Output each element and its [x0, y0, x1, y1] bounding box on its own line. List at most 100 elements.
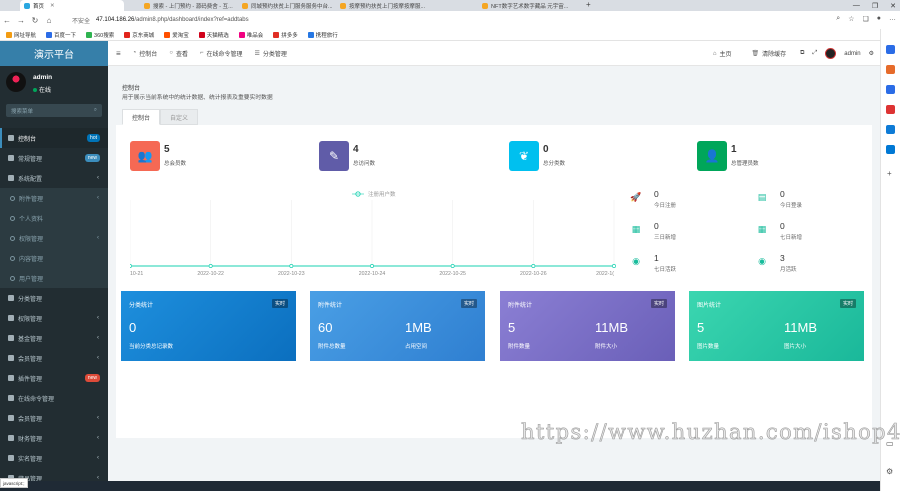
multi-tab-icon[interactable]: ⧉ — [800, 50, 804, 57]
sidebar-item[interactable]: 权限管理 ‹ — [0, 228, 108, 248]
bookmark-item[interactable]: 拼多多 — [273, 31, 298, 39]
url-host: 47.104.186.26 — [96, 17, 135, 23]
card-label: 占用空间 — [405, 344, 428, 350]
bookmark-favicon-icon — [273, 31, 280, 38]
home-link[interactable]: ⌂ 主页 — [713, 49, 732, 59]
card-value: 5 — [508, 320, 516, 335]
clear-cache-button[interactable]: 🗑 清除缓存 — [752, 49, 787, 58]
sidebar-item[interactable]: 会员管理 ‹ — [0, 408, 108, 428]
bookmark-item[interactable]: 天猫精选 — [198, 31, 229, 39]
home-icon[interactable]: ⌂ — [42, 16, 56, 25]
outlook-icon[interactable] — [886, 145, 895, 154]
data-point[interactable] — [531, 264, 536, 268]
bookmark-item[interactable]: 唯品会 — [238, 31, 263, 39]
content-tabs: 控制台 自定义 — [122, 109, 199, 125]
data-point[interactable] — [289, 264, 294, 268]
card-label: 附件大小 — [595, 344, 618, 350]
office-icon[interactable] — [886, 125, 895, 134]
sidebar-item[interactable]: 常规管理 new — [0, 148, 108, 168]
admin-name[interactable]: admin — [844, 51, 860, 57]
search-icon[interactable]: ⌕ — [94, 107, 97, 114]
profile-icon[interactable]: ● — [877, 15, 881, 23]
bookmark-item[interactable]: 百度一下 — [46, 31, 76, 39]
sidebar-item[interactable]: 基金管理 ‹ — [0, 328, 108, 348]
maximize-icon[interactable]: ❐ — [872, 2, 878, 10]
fullscreen-icon[interactable]: ⤢ — [812, 50, 817, 57]
favorite-icon[interactable]: ☆ — [848, 15, 854, 23]
browser-toolbar-right: ⌕ ☆ ❏ ● … — [836, 15, 896, 23]
sidebar-item[interactable]: 会员管理 ‹ — [0, 348, 108, 368]
status-link: javascript:; — [0, 478, 28, 488]
menu-search-input[interactable]: 搜索菜单 ⌕ — [6, 104, 102, 117]
header-right: ⌂ 主页 🗑 清除缓存 ⧉ ⤢ admin ⚙ — [701, 41, 874, 66]
bookmark-item[interactable]: 京东商城 — [124, 31, 154, 39]
close-window-icon[interactable]: ✕ — [890, 2, 896, 10]
header-nav-item[interactable]: ○ 查看 — [169, 49, 188, 58]
bookmark-item[interactable]: 爱淘宝 — [164, 31, 189, 39]
data-point[interactable] — [612, 264, 616, 268]
data-point[interactable] — [130, 264, 132, 268]
window-controls: — ❐ ✕ — [853, 0, 896, 11]
browser-tab[interactable]: 搜索 - 上门预约 - 源码费舍 - 互... — [140, 0, 234, 11]
settings-icon[interactable]: ⚙ — [886, 467, 893, 476]
bookmark-item[interactable]: 网址导航 — [6, 31, 36, 39]
dashboard-icon: ◔ — [132, 50, 137, 56]
sidebar-item[interactable]: 财务管理 ‹ — [0, 428, 108, 448]
back-icon[interactable]: ← — [0, 16, 14, 25]
sidebar-item[interactable]: 实名管理 ‹ — [0, 448, 108, 468]
browser-tabbar: 首页 ✕ 搜索 - 上门预约 - 源码费舍 - 互... 同城预约扶贫上门服务服… — [0, 0, 900, 11]
forward-icon[interactable]: → — [14, 16, 28, 25]
zoom-icon[interactable]: ⌕ — [836, 15, 840, 23]
sidebar-item[interactable]: 插件管理 new — [0, 368, 108, 388]
main-content: 控制台 用于展示当前系统中的统计数据、统计报表及重要实时数据 控制台 自定义 注… — [108, 66, 900, 491]
gears-icon[interactable]: ⚙ — [869, 50, 874, 57]
sidebar-item[interactable]: 控制台 hot — [0, 128, 108, 148]
bookmark-item[interactable]: 携程旅行 — [307, 31, 338, 39]
vcard-icon: ▤ — [757, 191, 767, 202]
sidebar-item[interactable]: 在线命令管理 — [0, 388, 108, 408]
menu-badge: new — [84, 374, 100, 382]
sidebar-item[interactable]: 分类管理 — [0, 288, 108, 308]
tab-favicon-icon — [144, 2, 150, 9]
bookmark-favicon-icon — [164, 31, 171, 38]
trash-icon: 🗑 — [751, 51, 760, 57]
app-logo[interactable]: 演示平台 — [0, 41, 108, 66]
menu-item-icon — [8, 315, 14, 321]
sidebar-item[interactable]: 系统配置 ‹ — [0, 168, 108, 188]
sidebar-item[interactable]: 个人资料 — [0, 208, 108, 228]
menu-item-icon — [10, 215, 15, 221]
menu-item-icon — [8, 455, 14, 461]
tab-custom[interactable]: 自定义 — [160, 109, 199, 125]
data-point[interactable] — [208, 264, 213, 268]
games-icon[interactable] — [886, 105, 895, 114]
header-nav-item[interactable]: ⌐ 在线命令管理 — [200, 49, 243, 58]
header-nav-item[interactable]: ☰ 分类管理 — [254, 49, 286, 58]
search-icon[interactable] — [886, 45, 895, 54]
more-icon[interactable]: … — [889, 15, 896, 23]
avatar[interactable] — [825, 48, 837, 59]
url-input[interactable]: 不安全 47.104.186.26 /admin8.php/dashboard/… — [72, 14, 882, 26]
browser-tab[interactable]: 同城预约扶贫上门服务服务中台... — [238, 0, 332, 11]
browser-tab[interactable]: 按摩预约扶贫上门按摩按摩服... — [336, 0, 430, 11]
bookmark-item[interactable]: 360搜索 — [86, 31, 114, 39]
reload-icon[interactable]: ↻ — [28, 16, 42, 25]
tools-icon[interactable] — [886, 85, 895, 94]
minimize-icon[interactable]: — — [853, 2, 860, 9]
browser-tab[interactable]: 首页 ✕ — [20, 0, 124, 11]
sidebar-item[interactable]: 权限管理 ‹ — [0, 308, 108, 328]
shopping-icon[interactable] — [886, 65, 895, 74]
sidebar-item[interactable]: 用户管理 — [0, 268, 108, 288]
mini-stat-label: 七日活跃 — [654, 267, 677, 273]
add-icon[interactable]: + — [887, 169, 892, 178]
data-point[interactable] — [370, 264, 374, 268]
tab-dashboard[interactable]: 控制台 — [122, 109, 161, 125]
header-nav-item[interactable]: ◔ 控制台 — [133, 49, 158, 58]
sidebar-item[interactable]: 附件管理 ‹ — [0, 188, 108, 208]
card-value: 0 — [129, 320, 137, 335]
close-icon[interactable]: ✕ — [50, 3, 55, 9]
new-tab-icon[interactable]: + — [586, 0, 591, 9]
browser-tab[interactable]: NFT数字艺术数字藏品 元宇宙... — [478, 0, 578, 11]
data-point[interactable] — [450, 264, 455, 268]
collections-icon[interactable]: ❏ — [862, 15, 868, 23]
sidebar-item[interactable]: 内容管理 — [0, 248, 108, 268]
